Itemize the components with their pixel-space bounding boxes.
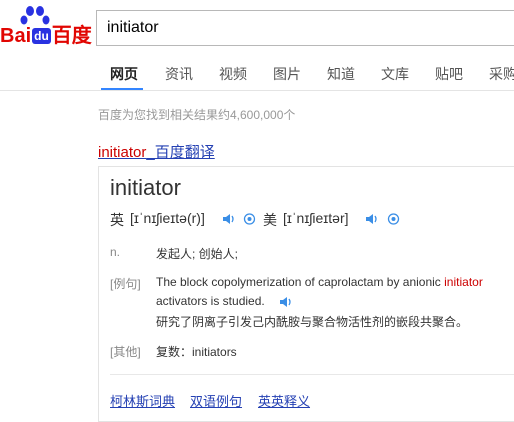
meaning: 发起人; 创始人; xyxy=(156,247,239,261)
us-phonetic: [ɪˈnɪʃieɪtər] xyxy=(283,210,349,226)
baidu-logo[interactable]: Bai du 百度 xyxy=(0,4,92,48)
tab-video[interactable]: 视频 xyxy=(219,64,247,84)
uk-label: 英 xyxy=(110,212,124,228)
collins-dictionary-link[interactable]: 柯林斯词典 xyxy=(110,391,175,410)
tab-tieba[interactable]: 贴吧 xyxy=(435,64,463,84)
play-pronunciation-icon[interactable] xyxy=(243,213,256,225)
tab-web[interactable]: 网页 xyxy=(110,64,138,84)
tab-news[interactable]: 资讯 xyxy=(165,64,193,84)
title-rest: _百度翻译 xyxy=(146,144,215,161)
search-box[interactable] xyxy=(96,10,514,46)
example-en: The block copolymerization of caprolacta… xyxy=(156,275,483,289)
example-cn: 研究了阴离子引发己内酰胺与聚合物活性剂的嵌段共聚合。 xyxy=(156,315,469,329)
pos-tag: n. xyxy=(110,245,121,259)
english-definitions-link[interactable]: 英英释义 xyxy=(258,391,310,410)
nav-divider xyxy=(0,90,514,91)
dictionary-card: initiator 英 [ɪˈnɪʃieɪtə(r)] 美 [ɪˈnɪʃieɪt… xyxy=(98,166,514,422)
tab-wenku[interactable]: 文库 xyxy=(381,64,409,84)
search-input[interactable] xyxy=(107,11,507,45)
logo-baidu-cn: 百度 xyxy=(51,25,92,47)
tab-zhidao[interactable]: 知道 xyxy=(327,64,355,84)
tab-images[interactable]: 图片 xyxy=(273,64,301,84)
speaker-icon[interactable] xyxy=(222,213,235,225)
uk-phonetic: [ɪˈnɪʃieɪtə(r)] xyxy=(130,210,205,226)
speaker-icon[interactable] xyxy=(279,296,292,308)
play-pronunciation-icon[interactable] xyxy=(387,213,400,225)
logo-bai: Bai xyxy=(0,25,32,47)
title-keyword: initiator xyxy=(98,144,147,161)
result-title: initiator_百度翻译 xyxy=(98,141,215,162)
example-keyword: initiator xyxy=(444,275,483,289)
bilingual-examples-link[interactable]: 双语例句 xyxy=(190,391,242,410)
other-tag: [其他] xyxy=(110,345,141,359)
dict-word: initiator xyxy=(110,175,181,200)
example-tag: [例句] xyxy=(110,277,141,291)
nav-tabs: 网页 资讯 视频 图片 知道 文库 贴吧 采购 xyxy=(96,58,514,88)
logo-du-badge: du xyxy=(32,28,51,44)
card-divider xyxy=(110,374,514,375)
example-en-line2: activators is studied. xyxy=(156,294,265,308)
example-en-text: The block copolymerization of caprolacta… xyxy=(156,275,445,289)
other-text: 复数：initiators xyxy=(156,345,237,359)
result-count: 百度为您找到相关结果约4,600,000个 xyxy=(98,108,296,122)
speaker-icon[interactable] xyxy=(365,213,378,225)
tab-purchase[interactable]: 采购 xyxy=(489,64,514,84)
us-label: 美 xyxy=(263,212,277,228)
result-title-link[interactable]: initiator_百度翻译 xyxy=(98,144,215,161)
logo-text: Bai du 百度 xyxy=(0,19,92,48)
